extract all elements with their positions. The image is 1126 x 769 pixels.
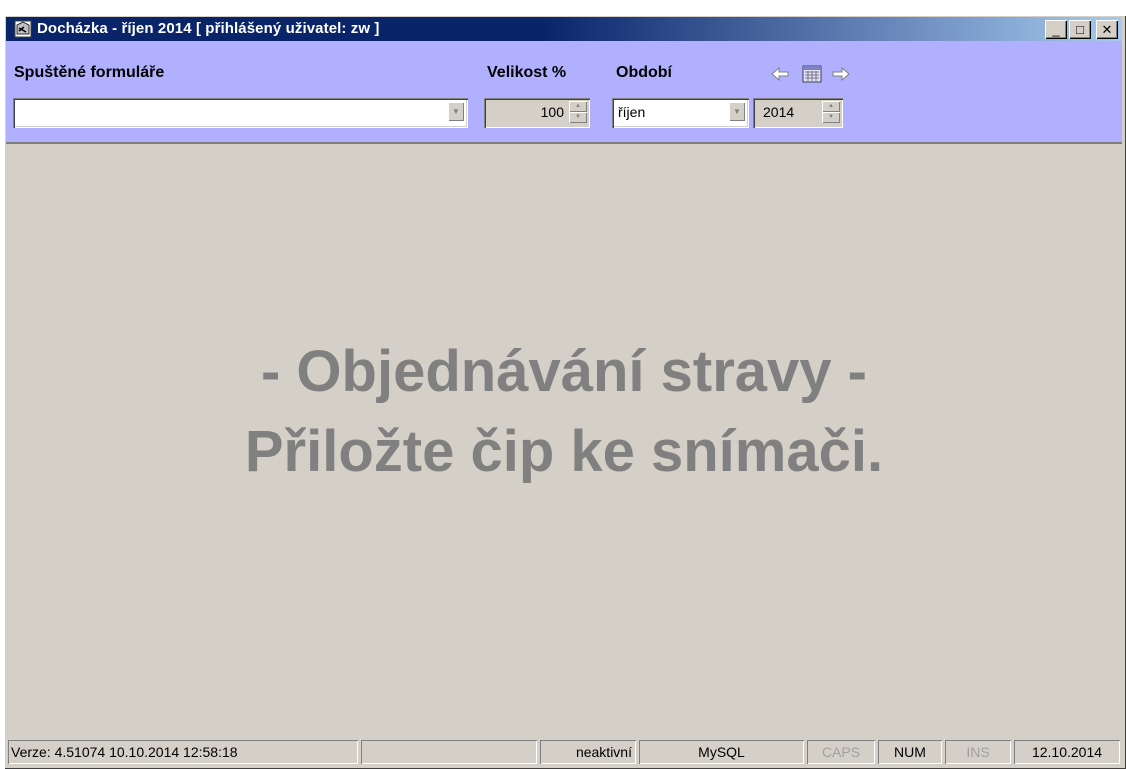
size-stepper[interactable]: ▲ ▼ [569,101,587,124]
window-title: Docházka - říjen 2014 [ přihlášený uživa… [37,20,380,37]
status-empty-panel [361,740,537,764]
status-state: neaktivní [540,740,636,764]
status-caps: CAPS [807,740,875,764]
calendar-icon[interactable] [801,64,823,84]
status-database: MySQL [639,740,804,764]
chevron-down-icon[interactable]: ▼ [448,102,464,121]
spin-up-icon[interactable]: ▲ [822,101,840,112]
status-version: Verze: 4.51074 10.10.2014 12:58:18 [8,740,358,764]
main-heading: - Objednávání stravy - [261,339,867,404]
status-num: NUM [878,740,942,764]
close-button[interactable]: ✕ [1096,20,1118,39]
status-ins: INS [945,740,1011,764]
year-value: 2014 [763,104,795,120]
title-bar[interactable]: Docházka - říjen 2014 [ přihlášený uživa… [6,17,1122,41]
arrow-left-icon[interactable] [769,64,791,84]
year-spinner[interactable]: 2014 ▲ ▼ [753,98,843,128]
status-bar: Verze: 4.51074 10.10.2014 12:58:18 neakt… [6,736,1122,766]
month-dropdown[interactable]: říjen ▼ [612,98,749,128]
forms-label: Spuštěné formuláře [14,64,165,81]
spin-up-icon[interactable]: ▲ [569,101,587,112]
size-value: 100 [540,104,564,120]
size-spinner[interactable]: 100 ▲ ▼ [484,98,590,128]
arrow-right-icon[interactable] [830,64,852,84]
status-date: 12.10.2014 [1014,740,1120,764]
month-value: říjen [618,104,646,120]
minimize-icon: _ [1052,22,1060,37]
maximize-icon: □ [1076,22,1084,37]
app-icon [14,20,32,38]
maximize-button[interactable]: □ [1069,20,1091,39]
forms-dropdown[interactable]: ▼ [13,98,468,128]
spin-down-icon[interactable]: ▼ [569,112,587,123]
toolbar [6,41,1122,144]
spin-down-icon[interactable]: ▼ [822,112,840,123]
year-stepper[interactable]: ▲ ▼ [822,101,840,124]
close-icon: ✕ [1101,22,1113,37]
chevron-down-icon[interactable]: ▼ [729,102,745,121]
size-label: Velikost % [487,64,567,81]
period-label: Období [616,64,672,81]
minimize-button[interactable]: _ [1045,20,1067,39]
main-instruction: Přiložte čip ke snímači. [244,419,884,484]
